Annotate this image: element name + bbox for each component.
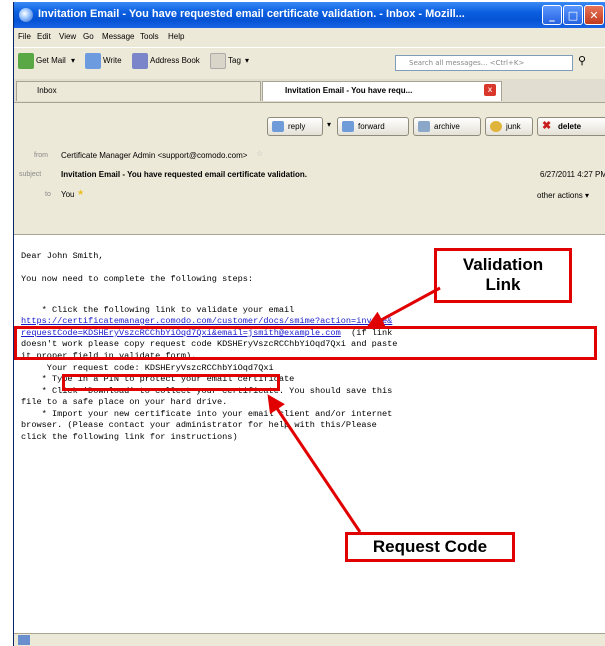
request-code-arrow bbox=[267, 394, 362, 533]
annotation-arrows bbox=[267, 286, 441, 533]
validation-link-arrow bbox=[366, 286, 441, 329]
